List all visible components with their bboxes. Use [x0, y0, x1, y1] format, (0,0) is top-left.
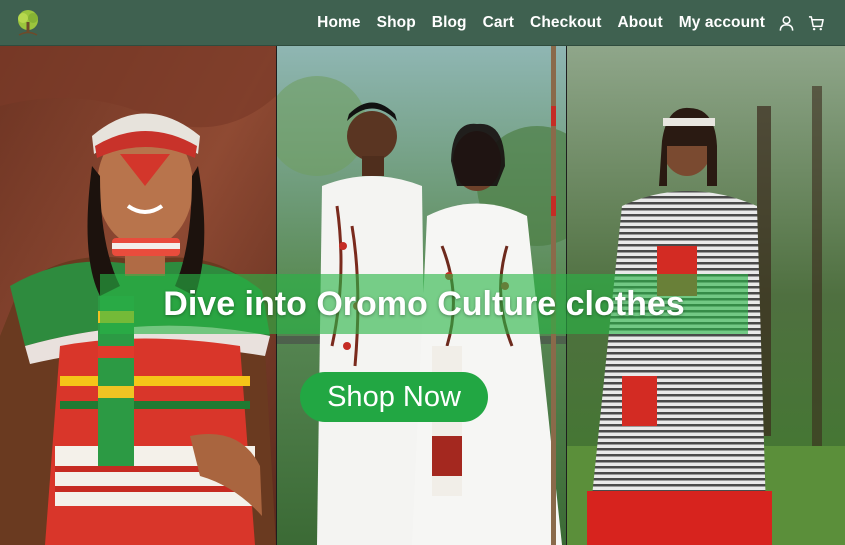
nav-home[interactable]: Home	[317, 14, 360, 32]
hero-headline: Dive into Oromo Culture clothes	[163, 284, 685, 323]
headline-banner: Dive into Oromo Culture clothes	[100, 274, 748, 334]
nav-shop[interactable]: Shop	[377, 14, 416, 32]
nav-menu: Home Shop Blog Cart Checkout About My ac…	[301, 0, 825, 46]
nav-cart[interactable]: Cart	[483, 14, 514, 32]
cart-icon[interactable]	[807, 14, 825, 32]
tree-logo-icon[interactable]	[13, 8, 43, 38]
top-navigation-bar: Home Shop Blog Cart Checkout About My ac…	[0, 0, 845, 46]
nav-checkout[interactable]: Checkout	[530, 14, 601, 32]
shop-now-button[interactable]: Shop Now	[300, 372, 488, 422]
nav-my-account[interactable]: My account	[679, 14, 765, 32]
hero-banner: Dive into Oromo Culture clothes Shop Now	[0, 46, 845, 545]
nav-blog[interactable]: Blog	[432, 14, 467, 32]
user-icon[interactable]	[777, 14, 795, 32]
nav-about[interactable]: About	[617, 14, 662, 32]
